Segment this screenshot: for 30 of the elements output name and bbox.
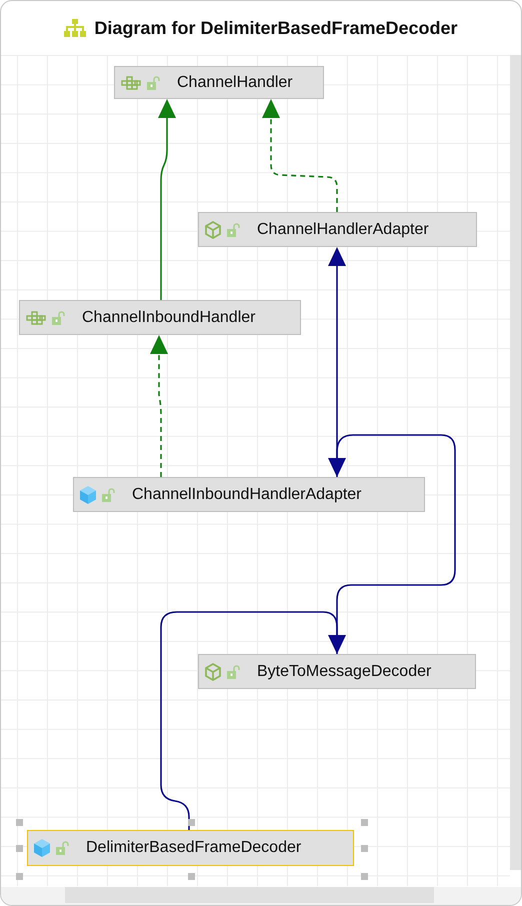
interface-icon [121, 76, 141, 90]
class-node[interactable]: ByteToMessageDecoder [198, 654, 476, 689]
unlocked-icon [227, 222, 241, 236]
cube-icon [34, 839, 50, 857]
cube-icon [205, 662, 221, 680]
class-node[interactable]: ChannelHandlerAdapter [198, 212, 477, 247]
vertical-scrollbar[interactable] [510, 55, 521, 870]
resize-handle[interactable] [188, 873, 194, 880]
resize-handle[interactable] [16, 819, 23, 826]
cube-icon [80, 486, 96, 504]
interface-icon [26, 310, 46, 324]
resize-handle[interactable] [16, 873, 23, 880]
hierarchy-icon [64, 19, 86, 37]
window-title: Diagram for DelimiterBasedFrameDecoder [94, 18, 458, 38]
class-node[interactable]: ChannelInboundHandler [19, 300, 301, 335]
class-node[interactable]: ChannelInboundHandlerAdapter [73, 477, 425, 512]
cube-icon [205, 220, 221, 238]
resize-handle[interactable] [361, 873, 368, 880]
unlocked-icon [147, 76, 161, 90]
resize-handle[interactable] [188, 819, 194, 826]
unlocked-icon [102, 488, 116, 502]
class-node[interactable]: DelimiterBasedFrameDecoder [27, 830, 354, 866]
resize-handle[interactable] [361, 845, 368, 852]
horizontal-scrollbar[interactable] [65, 887, 434, 903]
resize-handle[interactable] [361, 819, 368, 826]
unlocked-icon [227, 664, 241, 678]
class-node[interactable]: ChannelHandler [114, 66, 324, 99]
resize-handle[interactable] [16, 845, 23, 852]
unlocked-icon [52, 310, 66, 324]
unlocked-icon [56, 841, 70, 855]
